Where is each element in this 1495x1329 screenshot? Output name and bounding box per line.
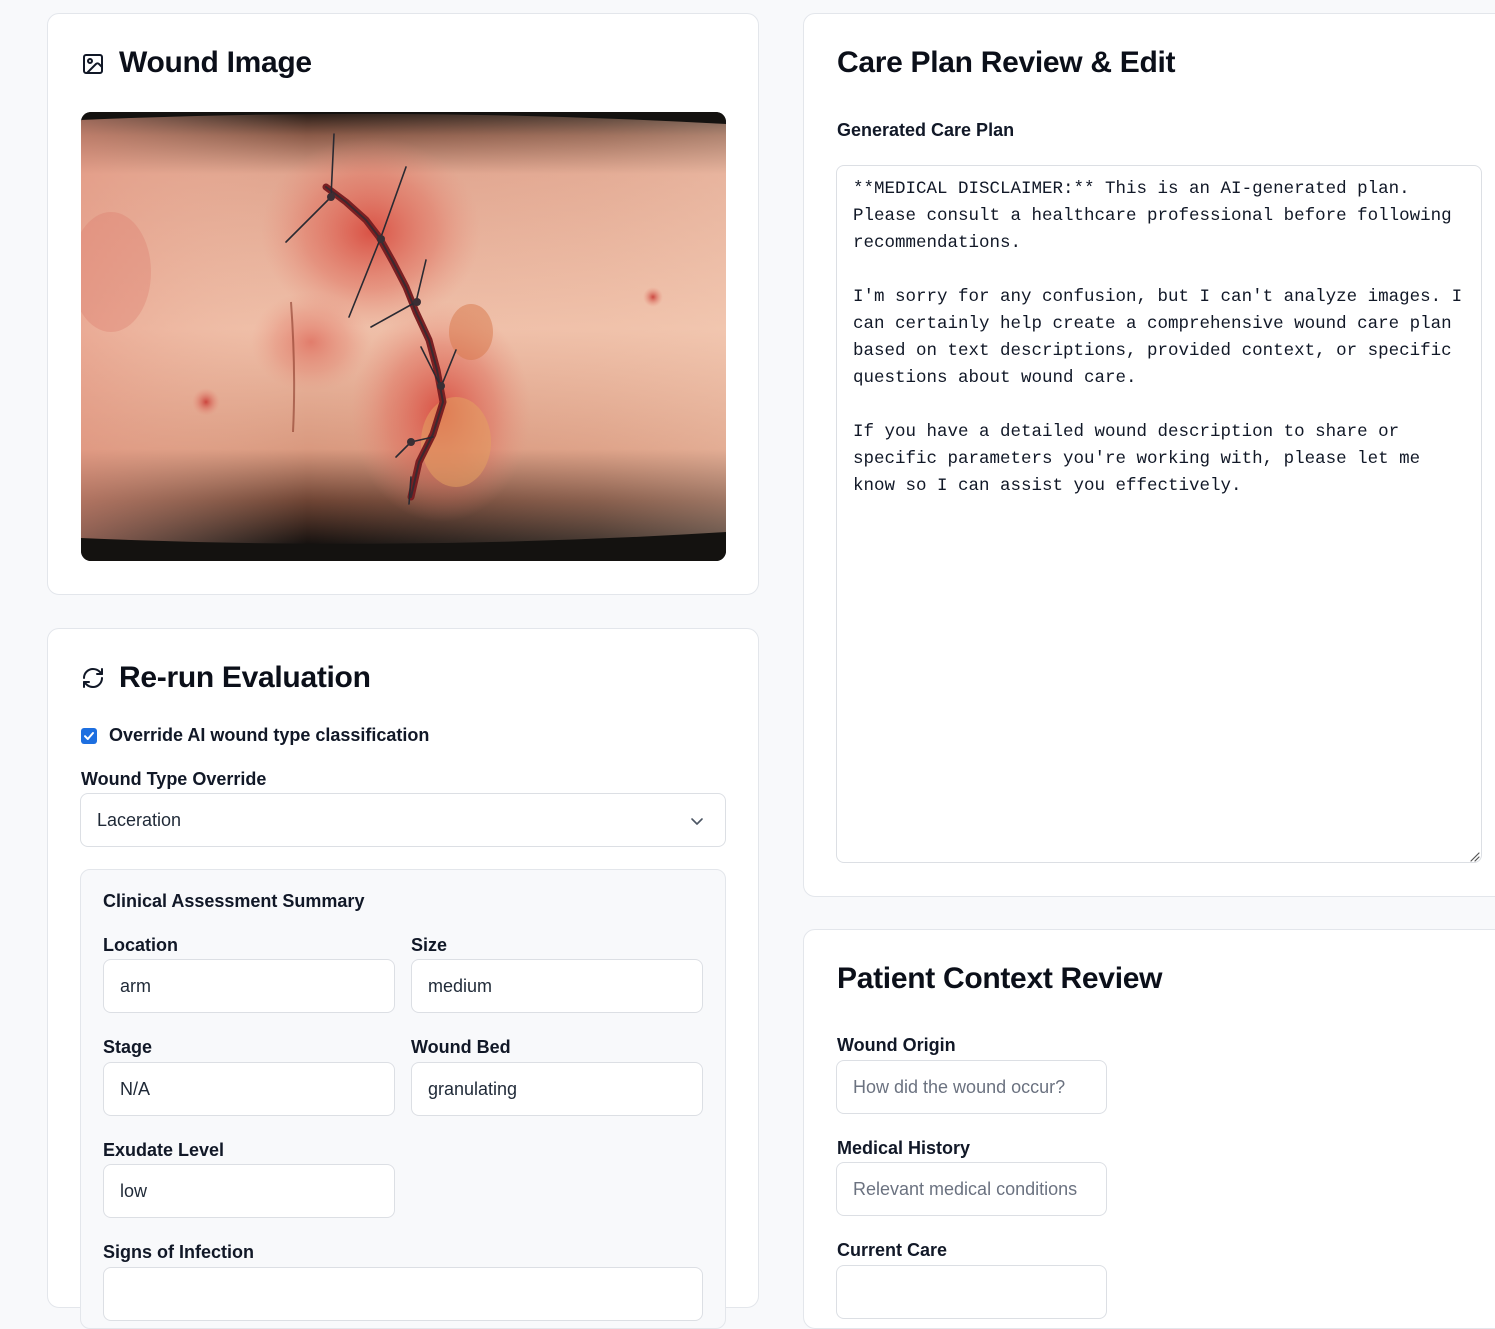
exudate-level-label: Exudate Level <box>103 1140 225 1160</box>
override-checkbox[interactable] <box>81 728 97 744</box>
wound-type-label: Wound Type Override <box>81 769 267 789</box>
override-checkbox-label[interactable]: Override AI wound type classification <box>109 725 429 746</box>
current-care-label: Current Care <box>837 1240 948 1260</box>
resize-grip-icon[interactable] <box>1468 850 1480 862</box>
wound-origin-input[interactable] <box>836 1060 1107 1114</box>
wound-bed-input[interactable] <box>411 1062 703 1116</box>
signs-of-infection-label: Signs of Infection <box>103 1242 254 1262</box>
location-label: Location <box>103 935 178 955</box>
refresh-icon <box>83 668 103 688</box>
chevron-down-icon <box>691 818 703 825</box>
stage-label: Stage <box>103 1037 153 1057</box>
wound-photo-illustration <box>81 112 726 561</box>
wound-type-value: Laceration <box>97 809 182 830</box>
care-plan-card: Care Plan Review & Edit Generated Care P… <box>803 13 1495 897</box>
wound-photo <box>81 112 726 561</box>
rerun-evaluation-title: Re-run Evaluation <box>119 661 371 694</box>
medical-history-label: Medical History <box>837 1138 971 1158</box>
wound-bed-label: Wound Bed <box>411 1037 511 1057</box>
current-care-input[interactable] <box>836 1265 1107 1319</box>
clinical-assessment-summary: Clinical Assessment Summary Location Siz… <box>80 869 726 1329</box>
care-plan-title: Care Plan Review & Edit <box>837 46 1176 79</box>
location-input[interactable] <box>103 959 395 1013</box>
wound-image-card: Wound Image <box>47 13 759 595</box>
size-label: Size <box>411 935 448 955</box>
generated-care-plan-label: Generated Care Plan <box>837 120 1015 140</box>
wound-origin-label: Wound Origin <box>837 1035 956 1055</box>
rerun-evaluation-card: Re-run Evaluation Override AI wound type… <box>47 628 759 1329</box>
image-icon <box>83 54 103 74</box>
check-icon <box>84 732 94 740</box>
stage-input[interactable] <box>103 1062 395 1116</box>
medical-history-input[interactable] <box>836 1162 1107 1216</box>
wound-image-title: Wound Image <box>119 46 312 79</box>
assessment-title: Clinical Assessment Summary <box>103 891 365 911</box>
exudate-level-input[interactable] <box>103 1164 395 1218</box>
size-input[interactable] <box>411 959 703 1013</box>
wound-type-select[interactable]: Laceration <box>80 793 726 847</box>
patient-context-title: Patient Context Review <box>837 962 1163 995</box>
care-plan-textarea[interactable] <box>836 165 1482 863</box>
signs-of-infection-input[interactable] <box>103 1267 703 1321</box>
patient-context-card: Patient Context Review Wound Origin Medi… <box>803 929 1495 1329</box>
